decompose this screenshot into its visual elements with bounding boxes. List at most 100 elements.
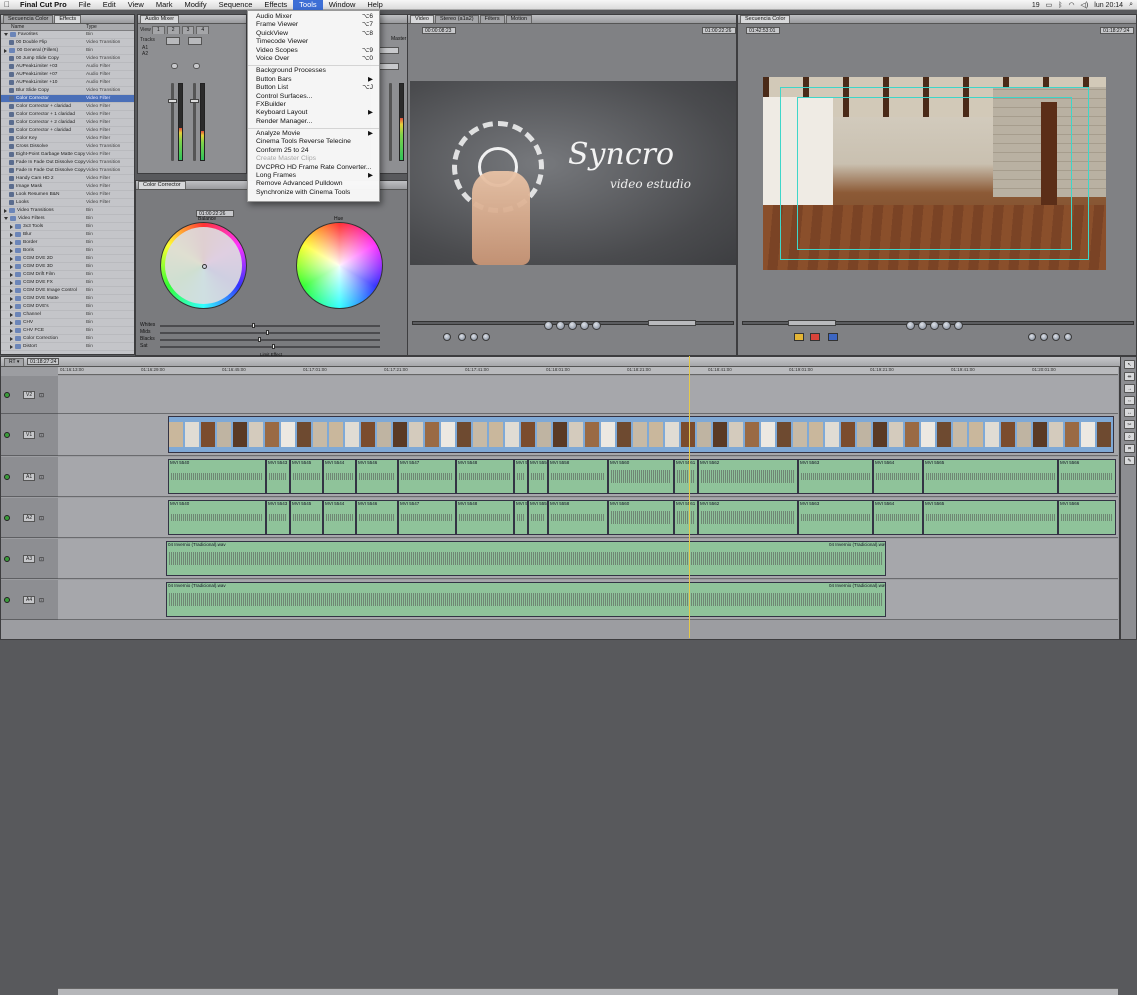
audio-clip[interactable]: MVI 5549 bbox=[514, 500, 528, 535]
tab-stereo[interactable]: Stereo (a1a2) bbox=[434, 15, 479, 23]
audio-clip[interactable]: MVI 5545 bbox=[290, 500, 323, 535]
whites-slider[interactable] bbox=[160, 323, 380, 328]
blacks-slider[interactable] bbox=[160, 337, 380, 342]
menu-item-audio-mixer[interactable]: Audio Mixer ⌥6 bbox=[248, 13, 379, 21]
menu-item-frame-viewer[interactable]: Frame Viewer ⌥7 bbox=[248, 21, 379, 29]
audio-clip[interactable]: MVI 5565 bbox=[923, 459, 1058, 494]
browser-effect-row[interactable]: Color Corrector + claridad Video Filter bbox=[1, 103, 134, 111]
browser-effect-row[interactable]: Color Corrector + 1 claridad Video Filter bbox=[1, 111, 134, 119]
menu-tools[interactable]: Tools bbox=[293, 0, 323, 10]
canvas-previous-edit-button[interactable] bbox=[918, 321, 927, 330]
browser-effect-row[interactable]: Color Key Video Filter bbox=[1, 135, 134, 143]
tab-filters[interactable]: Filters bbox=[479, 15, 505, 23]
mixer-view-2[interactable]: 2 bbox=[166, 26, 180, 34]
browser-bin-row[interactable]: CGM DVE 2D Bin bbox=[1, 255, 134, 263]
play-around-button[interactable] bbox=[592, 321, 601, 330]
viewer-current-timecode[interactable]: 01:00:22:26 bbox=[702, 27, 736, 34]
browser-effect-row[interactable]: Cross Dissolve Video Transition bbox=[1, 143, 134, 151]
menu-item-background-processes[interactable]: Background Processes bbox=[248, 67, 379, 75]
track-lock-icon[interactable]: ⊡ bbox=[39, 474, 44, 481]
menu-sequence[interactable]: Sequence bbox=[213, 0, 259, 10]
browser-effect-row[interactable]: AUPeakLimiter +07 Audio Filter bbox=[1, 71, 134, 79]
fader-thumb-a1[interactable] bbox=[168, 99, 177, 103]
track-visibility-icon[interactable] bbox=[4, 432, 10, 438]
disclosure-closed-icon[interactable] bbox=[10, 272, 13, 277]
canvas-play-in-out-button[interactable] bbox=[906, 321, 915, 330]
menu-item-timecode-viewer[interactable]: Timecode Viewer bbox=[248, 38, 379, 46]
audio-clip[interactable]: MVI 5566 bbox=[1058, 500, 1116, 535]
track-a3[interactable]: 04 Invernio (Tradicional).wav 04 Invernio… bbox=[58, 539, 1118, 579]
browser-bin-row[interactable]: CGM DVE Matte Bin bbox=[1, 295, 134, 303]
menu-item-button-list[interactable]: Button List ⌥J bbox=[248, 84, 379, 92]
track-lock-icon[interactable]: ⊡ bbox=[39, 556, 44, 563]
master-mute-button[interactable] bbox=[379, 47, 399, 54]
mixer-track-a2[interactable]: A2 bbox=[142, 51, 148, 57]
sat-slider[interactable] bbox=[160, 344, 380, 349]
menu-modify[interactable]: Modify bbox=[179, 0, 213, 10]
audio-clip[interactable]: MVI 5563 bbox=[798, 500, 873, 535]
insert-edit-button[interactable] bbox=[794, 333, 804, 341]
menu-item-conform-25-to-24[interactable]: Conform 25 to 24 bbox=[248, 147, 379, 155]
browser-bin-row[interactable]: Boris Bin bbox=[1, 247, 134, 255]
disclosure-closed-icon[interactable] bbox=[10, 344, 13, 349]
audio-clip[interactable]: MVI 5561 bbox=[674, 459, 698, 494]
browser-effect-row[interactable]: 00 Double Flip Video Transition bbox=[1, 39, 134, 47]
track-lock-icon[interactable]: ⊡ bbox=[39, 432, 44, 439]
menu-item-synchronize-with-cinema-tools[interactable]: Synchronize with Cinema Tools bbox=[248, 189, 379, 197]
pan-knob-a1[interactable] bbox=[171, 63, 178, 69]
track-visibility-icon[interactable] bbox=[4, 515, 10, 521]
add-marker-button[interactable] bbox=[482, 333, 490, 341]
tab-secuencia-color[interactable]: Secuencia Color bbox=[3, 15, 54, 23]
viewer-jog[interactable] bbox=[648, 320, 696, 326]
audio-clip[interactable]: MVI 5565 bbox=[923, 500, 1058, 535]
browser-effect-row[interactable]: Image Mask Video Filter bbox=[1, 183, 134, 191]
disclosure-closed-icon[interactable] bbox=[10, 264, 13, 269]
audio-clip[interactable]: MVI 5562 bbox=[698, 500, 798, 535]
browser-effect-row[interactable]: Blur Slide Copy Video Transition bbox=[1, 87, 134, 95]
audio-clip[interactable]: MVI 5566 bbox=[1058, 459, 1116, 494]
tab-motion[interactable]: Motion bbox=[505, 15, 533, 23]
tab-color-corrector[interactable]: Color Corrector bbox=[138, 181, 186, 189]
audio-clip[interactable]: MVI 5547 bbox=[398, 500, 456, 535]
rt-menu[interactable]: RT ▾ bbox=[4, 358, 25, 366]
disclosure-closed-icon[interactable] bbox=[10, 280, 13, 285]
mixer-view-3[interactable]: 3 bbox=[181, 26, 195, 34]
audio-clip[interactable]: MVI 5543 bbox=[266, 459, 290, 494]
audio-clip[interactable]: MVI 5560 bbox=[608, 459, 674, 494]
menu-item-button-bars[interactable]: Button Bars ▶ bbox=[248, 76, 379, 84]
audio-clip[interactable]: MVI 5562 bbox=[698, 459, 798, 494]
disclosure-closed-icon[interactable] bbox=[4, 48, 7, 53]
canvas-jog[interactable] bbox=[788, 320, 836, 326]
timeline-ruler[interactable]: 01:16:13:00 01:16:29:00 01:16:45:00 01:17:0… bbox=[58, 367, 1118, 375]
mixer-view-1[interactable]: 1 bbox=[152, 26, 165, 34]
menu-item-control-surfaces[interactable]: Control Surfaces... bbox=[248, 93, 379, 101]
browser-effect-row[interactable]: AUPeakLimiter +10 Audio Filter bbox=[1, 79, 134, 87]
razor-tool-icon[interactable]: ✂ bbox=[1124, 420, 1135, 429]
pen-tool-icon[interactable]: ✎ bbox=[1124, 456, 1135, 465]
fader-track-a2[interactable] bbox=[193, 83, 196, 161]
video-clip-strip[interactable] bbox=[168, 416, 1114, 453]
disclosure-closed-icon[interactable] bbox=[10, 232, 13, 237]
menu-item-video-scopes[interactable]: Video Scopes ⌥9 bbox=[248, 47, 379, 55]
menu-item-voice-over[interactable]: Voice Over ⌥0 bbox=[248, 55, 379, 63]
browser-effect-row[interactable]: Color Corrector Video Filter bbox=[1, 95, 134, 103]
browser-bin-row[interactable]: 00 General (Fillers) Bin bbox=[1, 47, 134, 55]
track-v2[interactable] bbox=[58, 376, 1118, 414]
track-select-tool-icon[interactable]: → bbox=[1124, 384, 1135, 393]
canvas-mark-in-button[interactable] bbox=[1028, 333, 1036, 341]
track-v1[interactable] bbox=[58, 414, 1118, 456]
mids-slider[interactable] bbox=[160, 330, 380, 335]
app-menu[interactable]: Final Cut Pro bbox=[14, 0, 73, 10]
canvas-add-marker-button[interactable] bbox=[1052, 333, 1060, 341]
edit-select-tool-icon[interactable]: ⇹ bbox=[1124, 372, 1135, 381]
browser-bin-row[interactable]: Distort Bin bbox=[1, 343, 134, 351]
track-visibility-icon[interactable] bbox=[4, 556, 10, 562]
track-label-a2[interactable]: A2 bbox=[23, 514, 36, 522]
menu-item-keyboard-layout[interactable]: Keyboard Layout ▶ bbox=[248, 109, 379, 117]
menu-item-long-frames[interactable]: Long Frames ▶ bbox=[248, 172, 379, 180]
menu-window[interactable]: Window bbox=[323, 0, 362, 10]
browser-bin-row[interactable]: CHV Bin bbox=[1, 319, 134, 327]
pan-knob-a2[interactable] bbox=[193, 63, 200, 69]
disclosure-closed-icon[interactable] bbox=[10, 224, 13, 229]
timeline-scrollbar[interactable] bbox=[58, 988, 1118, 995]
